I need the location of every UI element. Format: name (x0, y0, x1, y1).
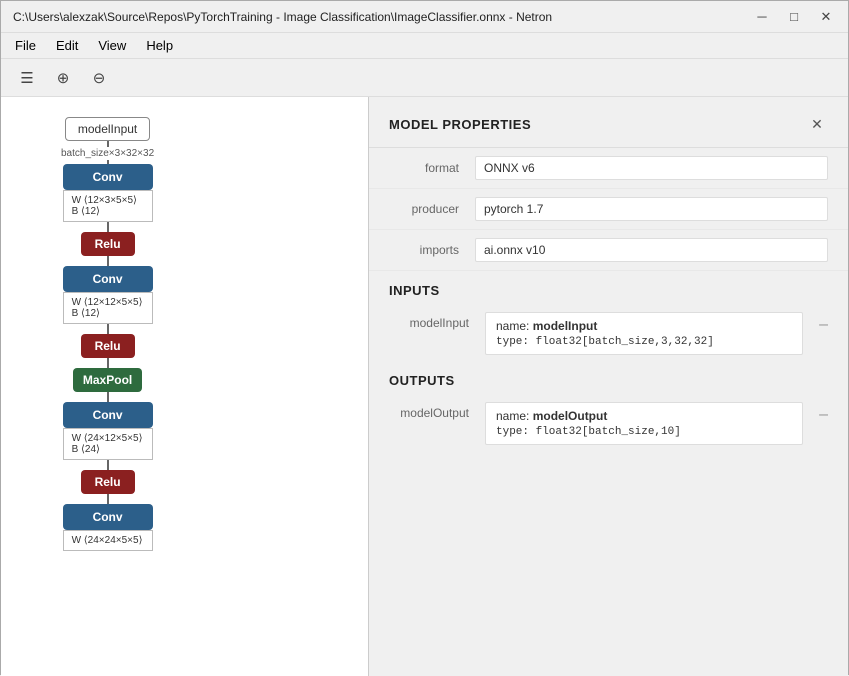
properties-close-button[interactable]: ✕ (806, 113, 828, 135)
relu3-node: Relu (81, 470, 135, 494)
title-bar: C:\Users\alexzak\Source\Repos\PyTorchTra… (1, 1, 848, 33)
output-modelOutput-value: name: modelOutput type: float32[batch_si… (485, 402, 803, 445)
maximize-button[interactable]: □ (780, 6, 808, 28)
input-node: modelInput (65, 117, 150, 141)
properties-header: MODEL PROPERTIES ✕ (369, 97, 848, 148)
conv4-w: W ⟨24×24×5×5⟩ (72, 535, 144, 546)
connector-5 (107, 324, 109, 334)
properties-title: MODEL PROPERTIES (389, 117, 531, 132)
sidebar-toggle-button[interactable]: ☰ (11, 64, 43, 92)
imports-label: imports (389, 243, 459, 257)
node-modelInput[interactable]: modelInput (65, 117, 150, 141)
window-title: C:\Users\alexzak\Source\Repos\PyTorchTra… (9, 10, 748, 24)
inputs-section-header: INPUTS (369, 271, 848, 306)
maxpool-node: MaxPool (73, 368, 142, 392)
producer-value: pytorch 1.7 (475, 197, 828, 221)
format-label: format (389, 161, 459, 175)
conv2-details: W ⟨12×12×5×5⟩ B ⟨12⟩ (63, 292, 153, 324)
output-type-line: type: float32[batch_size,10] (496, 426, 792, 438)
connector-7 (107, 392, 109, 402)
producer-row: producer pytorch 1.7 (369, 189, 848, 230)
menu-help[interactable]: Help (136, 36, 183, 55)
input-type-line: type: float32[batch_size,3,32,32] (496, 336, 792, 348)
zoom-out-button[interactable]: ⊖ (83, 64, 115, 92)
conv1-details: W ⟨12×3×5×5⟩ B ⟨12⟩ (63, 190, 153, 222)
output-dash: – (819, 402, 828, 424)
conv2-w: W ⟨12×12×5×5⟩ (72, 297, 144, 308)
properties-panel: MODEL PROPERTIES ✕ format ONNX v6 produc… (368, 97, 848, 676)
node-conv2[interactable]: Conv W ⟨12×12×5×5⟩ B ⟨12⟩ (63, 266, 153, 324)
node-relu3[interactable]: Relu (81, 470, 135, 494)
output-modelOutput-label: modelOutput (389, 402, 469, 420)
menu-view[interactable]: View (88, 36, 136, 55)
input-dash: – (819, 312, 828, 334)
zoom-in-button[interactable]: ⊕ (47, 64, 79, 92)
format-value: ONNX v6 (475, 156, 828, 180)
edge-label-1: batch_size×3×32×32 (61, 148, 154, 159)
output-name-bold: modelOutput (533, 409, 608, 423)
connector-6 (107, 358, 109, 368)
main-area: modelInput batch_size×3×32×32 Conv W ⟨12… (1, 97, 848, 676)
menu-edit[interactable]: Edit (46, 36, 88, 55)
conv3-details: W ⟨24×12×5×5⟩ B ⟨24⟩ (63, 428, 153, 460)
minimize-button[interactable]: ─ (748, 6, 776, 28)
conv4-header: Conv (63, 504, 153, 530)
graph-area[interactable]: modelInput batch_size×3×32×32 Conv W ⟨12… (1, 97, 368, 676)
connector-8 (107, 460, 109, 470)
connector-1 (107, 141, 109, 147)
input-modelInput-label: modelInput (389, 312, 469, 330)
window-controls: ─ □ ✕ (748, 6, 840, 28)
conv4-details: W ⟨24×24×5×5⟩ (63, 530, 153, 551)
input-modelInput-row: modelInput name: modelInput type: float3… (369, 306, 848, 361)
conv3-w: W ⟨24×12×5×5⟩ (72, 433, 144, 444)
connector-4 (107, 256, 109, 266)
toolbar: ☰ ⊕ ⊖ (1, 59, 848, 97)
node-relu2[interactable]: Relu (81, 334, 135, 358)
input-name-bold: modelInput (533, 319, 598, 333)
menu-bar: File Edit View Help (1, 33, 848, 59)
input-name-line: name: modelInput (496, 319, 792, 333)
outputs-section-header: OUTPUTS (369, 361, 848, 396)
relu2-node: Relu (81, 334, 135, 358)
menu-file[interactable]: File (5, 36, 46, 55)
imports-value: ai.onnx v10 (475, 238, 828, 262)
node-conv1[interactable]: Conv W ⟨12×3×5×5⟩ B ⟨12⟩ (63, 164, 153, 222)
conv3-header: Conv (63, 402, 153, 428)
connector-9 (107, 494, 109, 504)
conv2-b: B ⟨12⟩ (72, 308, 144, 319)
connector-3 (107, 222, 109, 232)
output-name-line: name: modelOutput (496, 409, 792, 423)
node-conv3[interactable]: Conv W ⟨24×12×5×5⟩ B ⟨24⟩ (63, 402, 153, 460)
neural-network-graph: modelInput batch_size×3×32×32 Conv W ⟨12… (61, 117, 154, 551)
window-close-button[interactable]: ✕ (812, 6, 840, 28)
node-relu1[interactable]: Relu (81, 232, 135, 256)
conv3-b: B ⟨24⟩ (72, 444, 144, 455)
input-modelInput-value: name: modelInput type: float32[batch_siz… (485, 312, 803, 355)
producer-label: producer (389, 202, 459, 216)
conv1-w: W ⟨12×3×5×5⟩ (72, 195, 144, 206)
node-maxpool[interactable]: MaxPool (73, 368, 142, 392)
imports-row: imports ai.onnx v10 (369, 230, 848, 271)
output-modelOutput-row: modelOutput name: modelOutput type: floa… (369, 396, 848, 451)
format-row: format ONNX v6 (369, 148, 848, 189)
conv1-b: B ⟨12⟩ (72, 206, 144, 217)
relu1-node: Relu (81, 232, 135, 256)
conv2-header: Conv (63, 266, 153, 292)
node-conv4[interactable]: Conv W ⟨24×24×5×5⟩ (63, 504, 153, 551)
conv1-header: Conv (63, 164, 153, 190)
